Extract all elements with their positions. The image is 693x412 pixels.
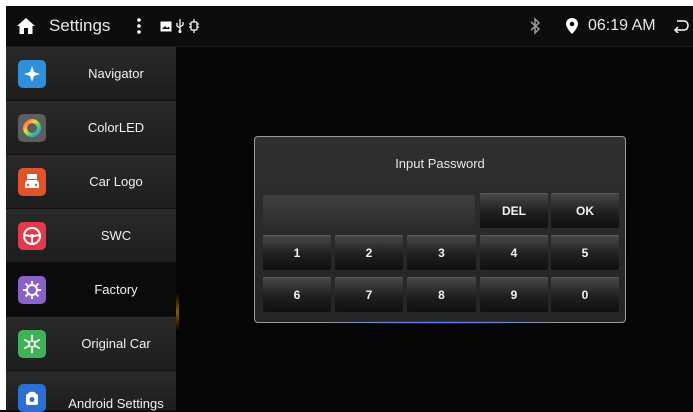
sidebar-item-label: Android Settings [68, 395, 164, 411]
key-4[interactable]: 4 [480, 235, 548, 270]
bluetooth-icon [529, 6, 541, 46]
sidebar-item-label: Navigator [88, 66, 144, 81]
sidebar-item-colorled[interactable]: ColorLED [6, 101, 176, 155]
sidebar-item-label: Factory [94, 282, 138, 297]
sidebar-item-swc[interactable]: SWC [6, 209, 176, 263]
sidebar-item-navigator[interactable]: Navigator [6, 47, 176, 101]
home-icon[interactable] [16, 6, 36, 46]
compass-icon [18, 60, 46, 88]
snowflake-gear-icon [18, 330, 46, 358]
key-5[interactable]: 5 [551, 235, 619, 270]
key-6[interactable]: 6 [263, 277, 331, 312]
sidebar-item-original-car[interactable]: Original Car [6, 317, 176, 371]
sidebar-item-label: ColorLED [87, 120, 145, 135]
back-icon[interactable] [673, 6, 689, 46]
key-8[interactable]: 8 [407, 277, 476, 312]
password-dialog: Input Password DEL OK 1 2 3 4 5 6 7 8 9 … [254, 136, 626, 324]
location-icon [565, 6, 579, 46]
factory-gear-icon [18, 276, 46, 304]
sidebar-item-car-logo[interactable]: Car Logo [6, 155, 176, 209]
ok-button[interactable]: OK [551, 193, 619, 228]
color-ring-icon [18, 114, 46, 142]
password-input[interactable] [263, 195, 475, 228]
android-gear-icon [18, 384, 46, 412]
sidebar-item-label: SWC [100, 228, 132, 243]
car-logo-icon [18, 168, 46, 196]
sidebar-item-label: Original Car [81, 336, 151, 351]
notification-icons [160, 6, 200, 46]
dialog-glow [315, 321, 565, 324]
more-menu-icon[interactable] [134, 6, 144, 46]
dialog-title: Input Password [395, 155, 485, 171]
status-bar: Settings 06:19 AM [6, 6, 693, 47]
active-indicator [176, 292, 179, 332]
delete-button[interactable]: DEL [480, 193, 548, 228]
image-icon [160, 21, 172, 31]
key-9[interactable]: 9 [480, 277, 548, 312]
usb-icon [176, 19, 184, 33]
key-2[interactable]: 2 [335, 235, 403, 270]
page-title: Settings [49, 16, 111, 35]
sidebar-item-android-settings[interactable]: Android Settings [6, 371, 176, 412]
key-1[interactable]: 1 [263, 235, 331, 270]
sidebar-item-factory[interactable]: Factory [6, 263, 176, 317]
sidebar: Navigator ColorLED Car Logo SWC Factory … [6, 47, 179, 412]
key-7[interactable]: 7 [335, 277, 403, 312]
clock: 06:19 AM [588, 17, 656, 34]
steering-wheel-icon [18, 222, 46, 250]
key-0[interactable]: 0 [551, 277, 619, 312]
key-3[interactable]: 3 [407, 235, 476, 270]
sidebar-item-label: Car Logo [89, 174, 143, 189]
usb-debug-icon [189, 19, 199, 33]
